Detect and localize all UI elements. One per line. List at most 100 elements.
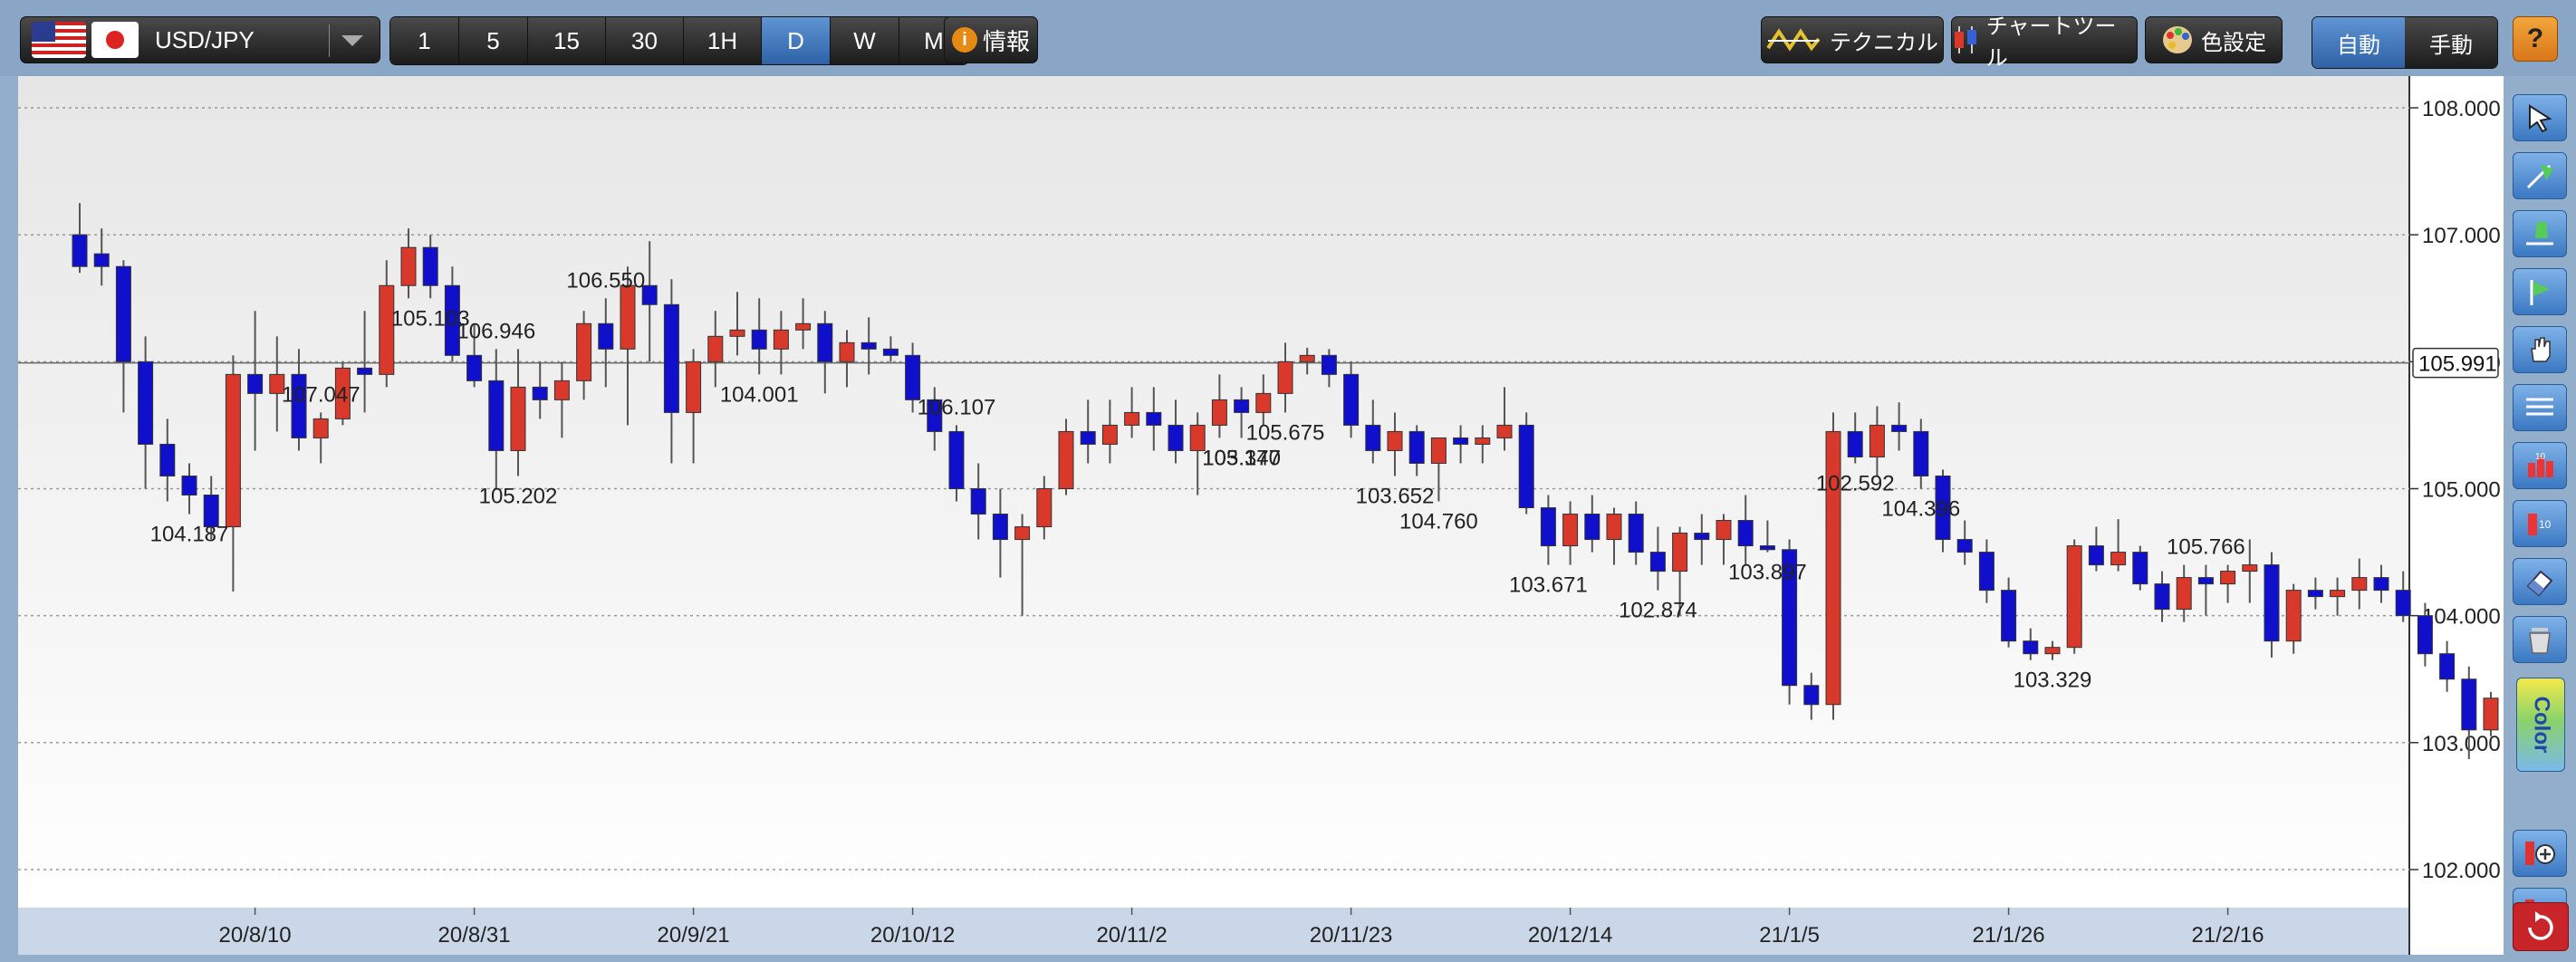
y-tick-label: 105.000 — [2422, 477, 2501, 502]
candle-body — [1408, 430, 1425, 464]
bar-count-tool[interactable]: 10 — [2513, 442, 2567, 489]
candle-body — [181, 475, 197, 496]
color-palette-tool[interactable]: Color — [2516, 678, 2565, 772]
price-annotation: 105.202 — [479, 484, 558, 508]
candle-body — [2044, 647, 2061, 655]
candle-body — [1014, 526, 1031, 541]
candle-body — [225, 373, 241, 528]
eraser-tool[interactable] — [2513, 558, 2567, 605]
candle-body — [2088, 545, 2104, 566]
color-settings-button[interactable]: 色設定 — [2145, 16, 2283, 63]
cursor-tool[interactable] — [2513, 94, 2567, 141]
info-button[interactable]: i 情報 — [944, 16, 1038, 63]
candle-body — [1759, 545, 1775, 551]
candle-body — [1430, 437, 1447, 464]
currency-pair-selector[interactable]: USD/JPY — [20, 16, 380, 63]
bar-10-icon: 10 — [2528, 452, 2553, 477]
candle-body — [1211, 399, 1227, 426]
candle-body — [905, 354, 921, 400]
candle-body — [1343, 373, 1360, 426]
horizontal-line-tool[interactable] — [2513, 210, 2567, 257]
timeframe-1h[interactable]: 1H — [684, 17, 762, 64]
timeframe-15[interactable]: 15 — [528, 17, 606, 64]
chart-area[interactable]: 102.000103.000104.000105.000106.000107.0… — [18, 76, 2576, 955]
chart-tool-label: チャートツール — [1985, 14, 2117, 71]
candle-count-tool[interactable]: 10 — [2513, 500, 2567, 547]
timeframe-w[interactable]: W — [831, 17, 899, 64]
return-button[interactable] — [2513, 902, 2569, 951]
candle-body — [2066, 545, 2082, 649]
technical-button[interactable]: テクニカル — [1761, 16, 1944, 63]
candle-body — [970, 487, 986, 515]
auto-manual-toggle: 自動 手動 — [2312, 16, 2498, 69]
candle-body — [2285, 590, 2302, 642]
candle-body — [159, 443, 176, 476]
candle-body — [2176, 577, 2192, 611]
candle-body — [138, 361, 154, 445]
candle-body — [2439, 653, 2456, 680]
candle-body — [1518, 424, 1534, 509]
candle-body — [1803, 685, 1820, 706]
candle-body — [1978, 552, 1994, 592]
candle-body — [948, 430, 965, 489]
time-axis-background — [18, 908, 2409, 955]
manual-button[interactable]: 手動 — [2405, 17, 2497, 68]
candle-body — [1869, 424, 1885, 457]
candle-body — [598, 322, 614, 350]
price-annotation: 102.874 — [1619, 599, 1697, 623]
candle-body — [247, 373, 264, 394]
candle-body — [2373, 577, 2389, 592]
candle-body — [1255, 392, 1272, 413]
candle-body — [795, 322, 812, 331]
price-annotation: 105.675 — [1246, 420, 1325, 445]
candle-body — [1168, 424, 1184, 451]
trendline-icon — [2526, 164, 2553, 189]
candle-body — [1584, 514, 1600, 541]
candle-body — [1496, 424, 1513, 438]
trendline-tool[interactable] — [2513, 152, 2567, 199]
chevron-down-icon[interactable] — [341, 35, 363, 46]
return-icon — [2528, 911, 2553, 940]
flag-tool[interactable] — [2513, 268, 2567, 315]
candle-body — [1891, 424, 1908, 432]
y-tick-label: 108.000 — [2422, 97, 2501, 121]
lines-tool[interactable] — [2513, 384, 2567, 431]
candle-body — [1956, 539, 1973, 553]
japan-flag-icon — [91, 22, 139, 58]
current-price-label: 105.991 — [2418, 352, 2497, 377]
candle-body — [466, 354, 483, 381]
candlestick-chart[interactable]: 102.000103.000104.000105.000106.000107.0… — [18, 76, 2576, 955]
timeframe-d[interactable]: D — [762, 17, 831, 64]
help-button[interactable]: ? — [2513, 16, 2558, 62]
candle-body — [686, 361, 702, 413]
candle-body — [1649, 552, 1666, 572]
timeframe-30[interactable]: 30 — [606, 17, 684, 64]
candle-body — [1694, 533, 1710, 541]
price-annotation: 104.396 — [1881, 496, 1960, 521]
candle-body — [2220, 571, 2236, 585]
horizontal-line-icon — [2526, 222, 2553, 245]
timeframe-1[interactable]: 1 — [390, 17, 459, 64]
cursor-icon — [2529, 104, 2552, 133]
color-label: Color — [2529, 696, 2554, 754]
candle-body — [2154, 583, 2170, 611]
zoom-in-tool[interactable] — [2513, 830, 2567, 877]
trash-tool[interactable] — [2513, 616, 2567, 663]
auto-button[interactable]: 自動 — [2312, 17, 2405, 68]
chart-tool-button[interactable]: チャートツール — [1951, 14, 2138, 71]
candle-body — [1058, 430, 1074, 489]
candle-body — [2197, 577, 2214, 585]
zoom-in-icon — [2525, 842, 2555, 865]
candle-body — [357, 367, 373, 375]
timeframe-5[interactable]: 5 — [459, 17, 528, 64]
candle-body — [1387, 430, 1403, 451]
candle-body — [663, 303, 679, 413]
candle-body — [992, 514, 1008, 541]
hand-tool[interactable] — [2513, 326, 2567, 373]
candle-body — [2307, 590, 2323, 598]
candle-body — [1847, 430, 1863, 457]
candle-body — [93, 253, 110, 267]
toolbar: USD/JPY 1 5 15 30 1H D W M i 情報 テクニカル チャ… — [0, 0, 2576, 76]
candle-body — [1628, 514, 1644, 553]
price-annotation: 105.766 — [2167, 535, 2245, 560]
